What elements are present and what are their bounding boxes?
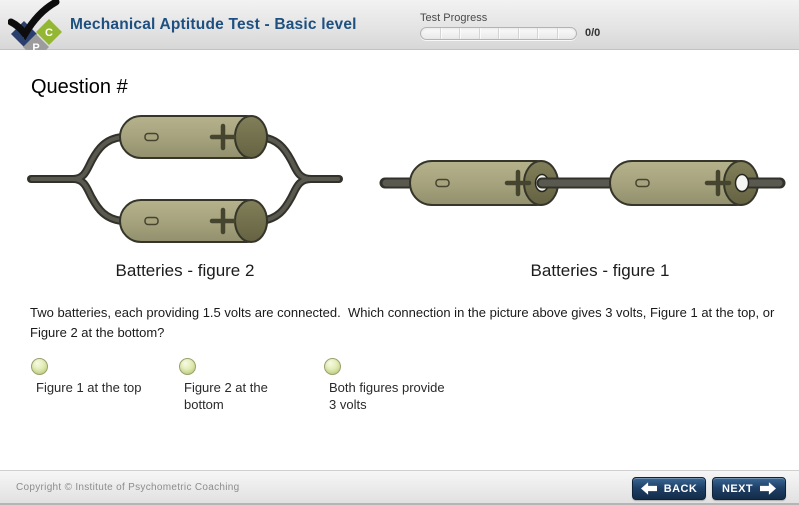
progress-segment xyxy=(421,28,441,39)
progress-label: Test Progress xyxy=(420,12,487,24)
figure1-caption: Batteries - figure 1 xyxy=(440,261,760,281)
answer-option-3: Both figures provide 3 volts xyxy=(324,358,447,413)
progress-bar xyxy=(420,27,577,40)
next-button-label: NEXT xyxy=(722,483,753,495)
minus-terminal-icon xyxy=(145,134,158,141)
arrow-right-icon xyxy=(760,482,776,495)
back-button[interactable]: BACK xyxy=(632,477,706,500)
page-title: Mechanical Aptitude Test - Basic level xyxy=(70,0,357,50)
svg-text:C: C xyxy=(45,27,53,39)
option-label: Figure 2 at the bottom xyxy=(184,379,302,413)
next-button[interactable]: NEXT xyxy=(712,477,786,500)
option-label: Figure 1 at the top xyxy=(36,379,142,396)
progress-segment xyxy=(538,28,558,39)
battery-bottom xyxy=(120,200,267,242)
progress-segment xyxy=(441,28,461,39)
progress-segment xyxy=(480,28,500,39)
progress-segment xyxy=(519,28,539,39)
battery-top xyxy=(120,116,267,158)
progress-segment xyxy=(558,28,577,39)
progress-value: 0/0 xyxy=(585,27,600,39)
option-label: Both figures provide 3 volts xyxy=(329,379,447,413)
svg-text:P: P xyxy=(32,42,39,50)
batteries-figure2-parallel-image xyxy=(25,111,345,246)
minus-terminal-icon xyxy=(145,218,158,225)
question-heading: Question # xyxy=(31,76,128,99)
progress-segment xyxy=(460,28,480,39)
radio-button-both[interactable] xyxy=(324,358,341,375)
batteries-figure1-series-image xyxy=(378,151,788,215)
progress-segment xyxy=(499,28,519,39)
arrow-left-icon xyxy=(641,482,657,495)
terminal-hole-icon xyxy=(736,175,749,192)
back-button-label: BACK xyxy=(664,483,697,495)
figure2-caption: Batteries - figure 2 xyxy=(25,261,345,281)
answer-option-1: Figure 1 at the top xyxy=(31,358,142,396)
minus-terminal-icon xyxy=(436,180,449,187)
radio-button-figure1[interactable] xyxy=(31,358,48,375)
ipc-logo-icon: I C P xyxy=(8,0,64,50)
question-panel: Question # xyxy=(0,51,799,470)
footer-bar: Copyright © Institute of Psychometric Co… xyxy=(0,470,799,505)
copyright-text: Copyright © Institute of Psychometric Co… xyxy=(16,482,239,493)
radio-button-figure2[interactable] xyxy=(179,358,196,375)
header-bar: I C P Mechanical Aptitude Test - Basic l… xyxy=(0,0,799,50)
battery-left xyxy=(410,161,558,205)
answer-option-2: Figure 2 at the bottom xyxy=(179,358,302,413)
question-text: Two batteries, each providing 1.5 volts … xyxy=(30,303,780,343)
minus-terminal-icon xyxy=(636,180,649,187)
